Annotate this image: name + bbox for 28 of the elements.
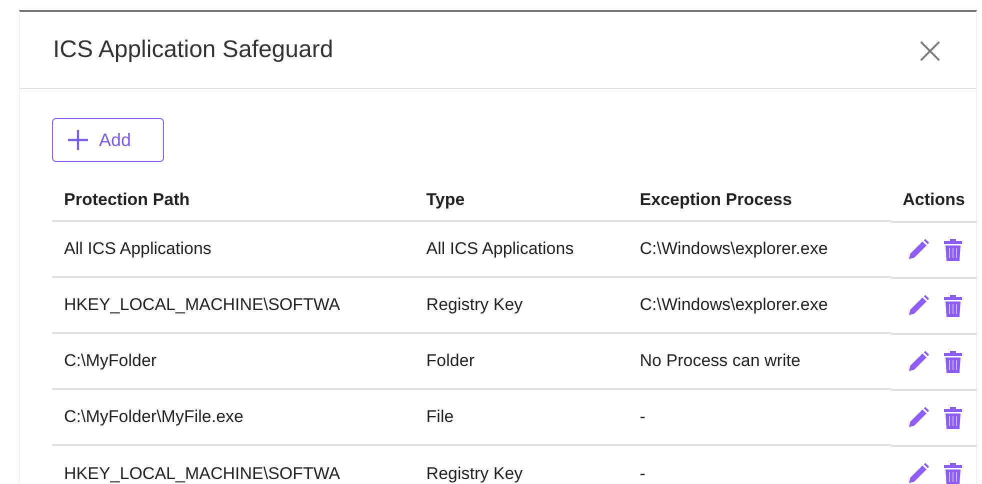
table-cell: All ICS Applications <box>52 221 414 277</box>
trash-icon[interactable] <box>942 406 963 430</box>
table-cell: C:\MyFolder\MyFile.exe <box>52 389 414 445</box>
table-cell: C:\Windows\explorer.exe <box>628 221 891 277</box>
table-cell: HKEY_LOCAL_MACHINE\SOFTWA <box>52 277 414 333</box>
table-cell: Registry Key <box>414 445 628 484</box>
table-cell: C:\Windows\explorer.exe <box>628 277 891 333</box>
column-header: Protection Path <box>52 190 414 221</box>
table-cell: No Process can write <box>628 333 891 389</box>
table-cell: C:\MyFolder <box>52 333 414 389</box>
table-cell: HKEY_LOCAL_MACHINE\SOFTWA <box>52 445 414 484</box>
column-header: Exception Process <box>628 190 891 221</box>
trash-icon[interactable] <box>942 238 963 262</box>
trash-icon[interactable] <box>942 462 963 484</box>
table-cell: - <box>628 389 891 445</box>
table-cell: All ICS Applications <box>414 221 628 277</box>
trash-icon[interactable] <box>942 350 963 374</box>
table-cell: Registry Key <box>414 277 628 333</box>
table-cell: Folder <box>414 333 628 389</box>
column-header: Type <box>414 190 628 221</box>
table-cell: - <box>628 445 891 484</box>
plus-icon <box>67 129 89 151</box>
column-header: Actions <box>890 190 977 221</box>
close-button[interactable]: × <box>914 31 946 69</box>
add-button[interactable]: Add <box>52 118 164 162</box>
table-cell: File <box>414 389 628 445</box>
trash-icon[interactable] <box>942 294 963 318</box>
window-title: ICS Application Safeguard <box>53 36 334 64</box>
